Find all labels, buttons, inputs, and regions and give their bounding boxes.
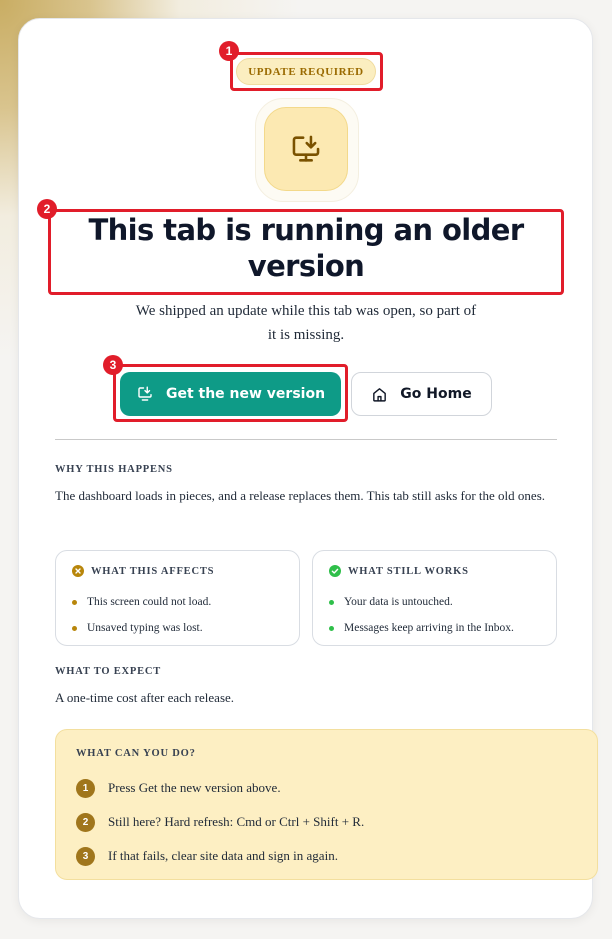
step-item: 1 Press Get the new version above. <box>76 771 364 805</box>
update-required-badge: UPDATE REQUIRED <box>236 58 376 85</box>
todo-heading: WHAT CAN YOU DO? <box>76 748 196 759</box>
works-card: WHAT STILL WORKS Your data is untouched.… <box>312 550 557 646</box>
what-can-you-do-callout: WHAT CAN YOU DO? 1 Press Get the new ver… <box>55 729 598 880</box>
annotation-number-3: 3 <box>103 355 123 375</box>
list-item-text: Unsaved typing was lost. <box>87 622 203 634</box>
affects-card: WHAT THIS AFFECTS This screen could not … <box>55 550 300 646</box>
home-icon <box>373 387 387 402</box>
bullet-dot <box>72 625 77 631</box>
affects-heading: WHAT THIS AFFECTS <box>91 565 215 577</box>
affects-header: WHAT THIS AFFECTS <box>72 565 214 577</box>
works-list: Your data is untouched. Messages keep ar… <box>329 589 514 641</box>
step-text: If that fails, clear site data and sign … <box>108 848 338 863</box>
x-circle-icon <box>72 565 84 577</box>
bullet-dot <box>329 625 334 631</box>
section-divider <box>55 439 557 440</box>
bullet-dot <box>329 599 334 605</box>
step-number: 1 <box>76 778 95 798</box>
list-item-text: Messages keep arriving in the Inbox. <box>344 622 514 634</box>
step-text: Still here? Hard refresh: Cmd or Ctrl + … <box>108 814 365 829</box>
annotation-number-2: 2 <box>37 199 57 219</box>
works-header: WHAT STILL WORKS <box>329 565 469 577</box>
download-icon <box>138 386 152 401</box>
go-home-label: Go Home <box>400 386 472 402</box>
step-number: 2 <box>76 812 95 832</box>
list-item: Unsaved typing was lost. <box>72 615 211 641</box>
monitor-download-icon <box>292 135 320 162</box>
list-item: This screen could not load. <box>72 589 211 615</box>
list-item: Your data is untouched. <box>329 589 514 615</box>
step-number: 3 <box>76 846 95 866</box>
expect-heading: WHAT TO EXPECT <box>55 666 162 677</box>
affects-list: This screen could not load. Unsaved typi… <box>72 589 211 641</box>
list-item-text: This screen could not load. <box>87 596 212 608</box>
check-circle-icon <box>329 565 341 577</box>
go-home-button[interactable]: Go Home <box>351 372 492 416</box>
works-heading: WHAT STILL WORKS <box>348 565 469 577</box>
page-subtitle: We shipped an update while this tab was … <box>135 303 477 343</box>
expect-text: A one-time cost after each release. <box>55 690 235 705</box>
list-item-text: Your data is untouched. <box>344 596 453 608</box>
step-text: Press Get the new version above. <box>108 780 281 795</box>
get-new-version-label: Get the new version <box>165 386 326 402</box>
step-item: 3 If that fails, clear site data and sig… <box>76 839 364 873</box>
get-new-version-button[interactable]: Get the new version <box>120 372 341 416</box>
why-text: The dashboard loads in pieces, and a rel… <box>55 488 546 503</box>
list-item: Messages keep arriving in the Inbox. <box>329 615 514 641</box>
step-item: 2 Still here? Hard refresh: Cmd or Ctrl … <box>76 805 364 839</box>
steps-list: 1 Press Get the new version above. 2 Sti… <box>76 771 364 873</box>
why-heading: WHY THIS HAPPENS <box>55 464 173 475</box>
bullet-dot <box>72 599 77 605</box>
icon-tile <box>264 107 348 191</box>
page-title: This tab is running an older version <box>88 213 524 283</box>
annotation-number-1: 1 <box>219 41 239 61</box>
